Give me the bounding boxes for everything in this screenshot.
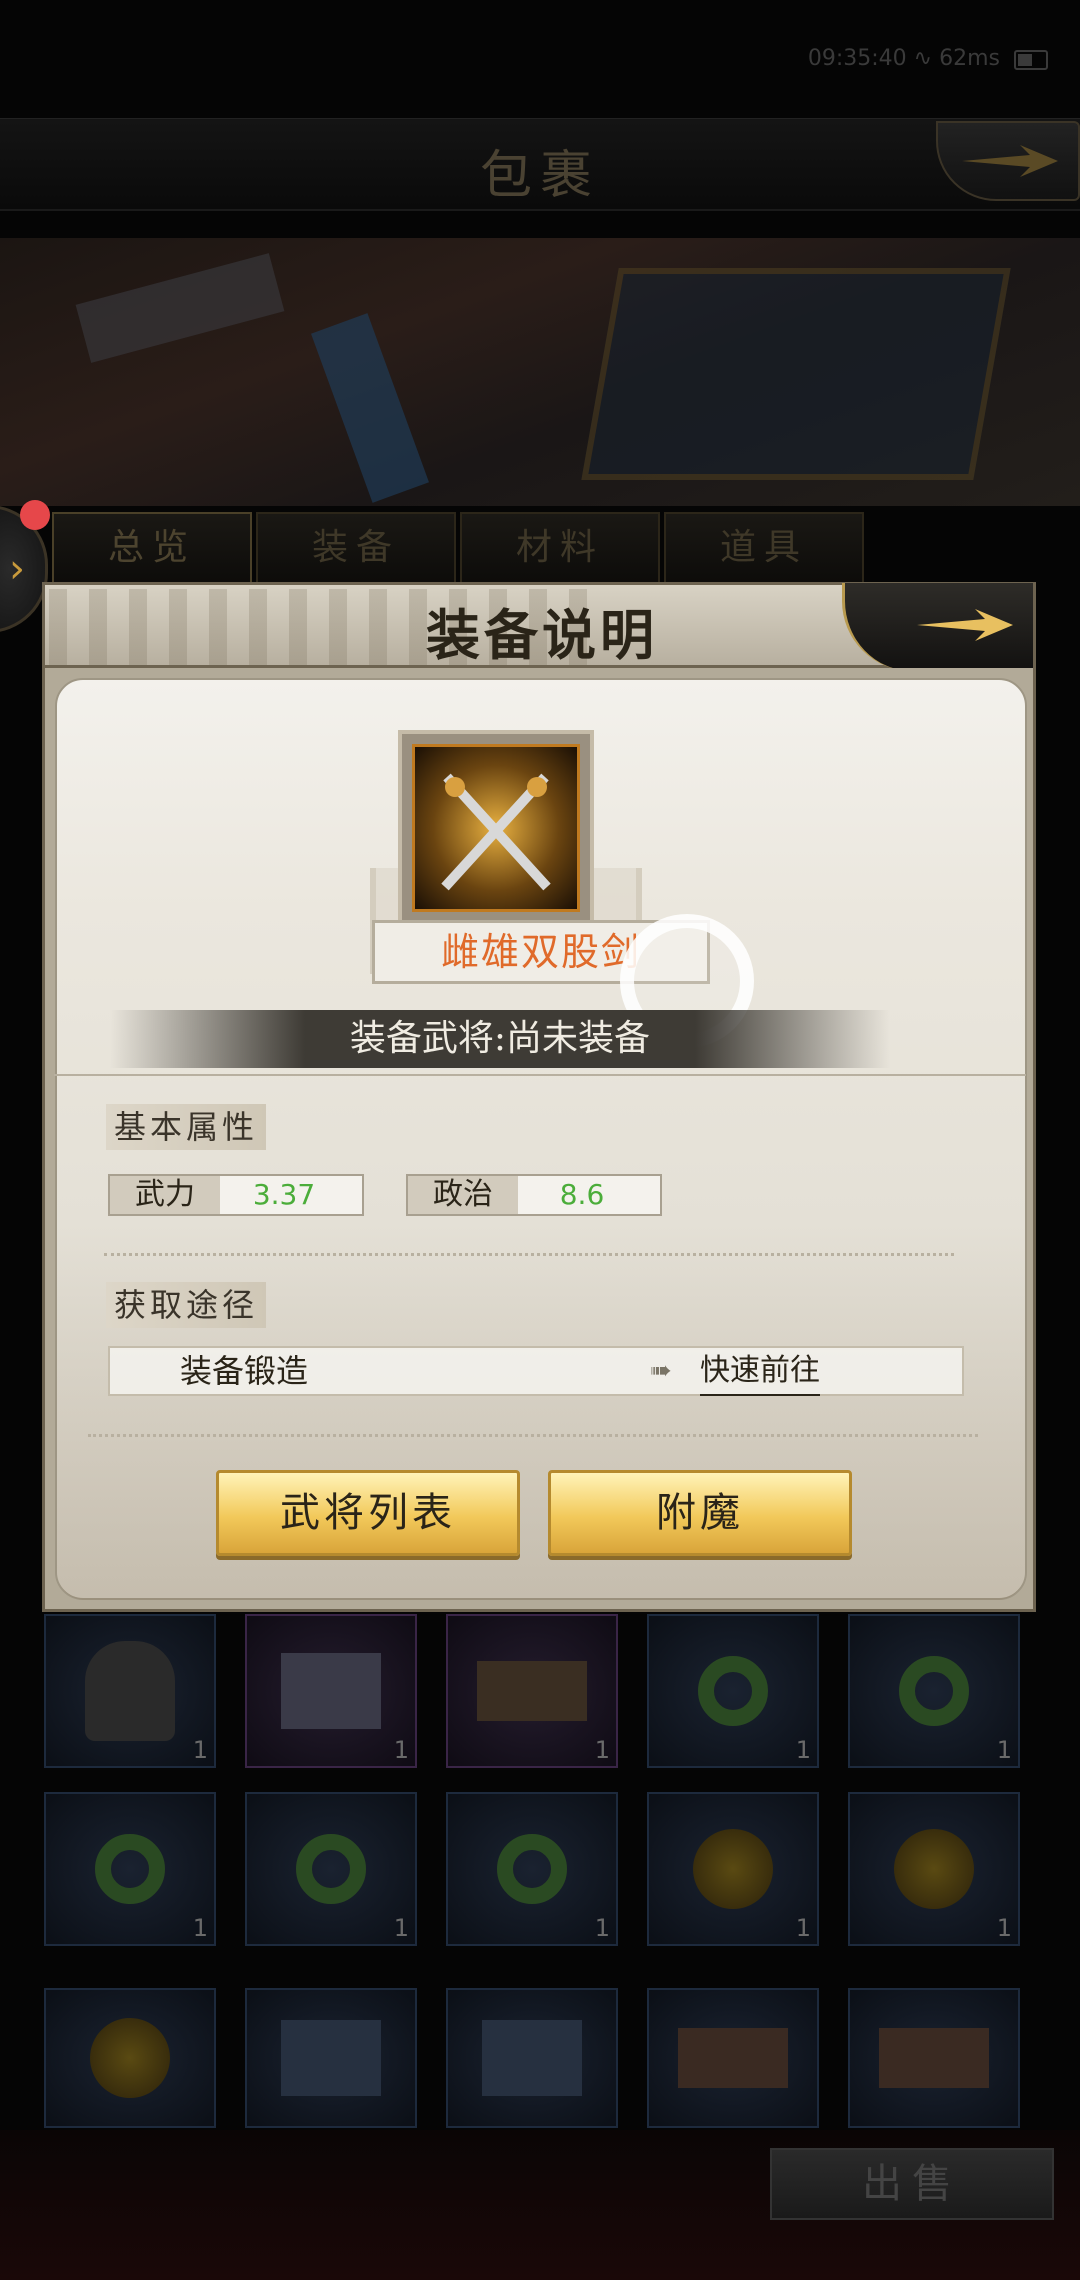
item-icon-frame[interactable] — [398, 730, 594, 926]
equipped-general-label: 装备武将:尚未装备 — [110, 1010, 890, 1068]
inventory-slot-book[interactable] — [245, 1988, 417, 2128]
jade-icon — [296, 1834, 366, 1904]
inventory-slot-jade[interactable]: 1 — [245, 1792, 417, 1946]
signal-icon: ∿ — [913, 46, 940, 71]
inventory-slot-jade[interactable]: 1 — [446, 1792, 618, 1946]
bag-banner-image — [0, 238, 1080, 506]
arrow-right-icon — [917, 609, 1013, 641]
battery-icon — [1014, 50, 1048, 70]
tab-materials[interactable]: 材料 — [460, 512, 660, 584]
gold-coin-icon — [693, 1829, 773, 1909]
source-label: 装备锻造 — [180, 1352, 309, 1390]
scroll-icon — [678, 2028, 788, 2088]
inventory-slot-bamboo[interactable]: 1 — [446, 1614, 618, 1768]
source-title: 获取途径 — [106, 1282, 266, 1328]
inventory-slot-jade[interactable]: 1 — [848, 1614, 1020, 1768]
inventory-slot-scroll[interactable] — [647, 1988, 819, 2128]
inventory-slot-jade[interactable]: 1 — [44, 1792, 216, 1946]
chevron-right-icon: › — [9, 546, 25, 592]
notification-dot — [20, 500, 50, 530]
dotted-divider — [88, 1434, 978, 1437]
page-header: 包裹 — [0, 118, 1080, 211]
inventory-slot-scroll[interactable] — [848, 1988, 1020, 2128]
close-button[interactable] — [842, 583, 1033, 671]
inventory-slot-book[interactable]: 1 — [245, 1614, 417, 1768]
inventory-slot-coin[interactable]: 1 — [848, 1792, 1020, 1946]
tab-items[interactable]: 道具 — [664, 512, 864, 584]
status-bar: 09:35:40 ∿ 62ms — [0, 0, 1080, 120]
generals-list-button[interactable]: 武将列表 — [216, 1470, 520, 1556]
quick-go-link[interactable]: 快速前往 — [700, 1348, 820, 1396]
jade-icon — [899, 1656, 969, 1726]
horse-icon — [85, 1641, 175, 1741]
dialog-header: 装备说明 — [42, 582, 1036, 671]
stat-force: 武力 3.37 — [108, 1174, 364, 1216]
enchant-button[interactable]: 附魔 — [548, 1470, 852, 1556]
source-row: 装备锻造 ➠ 快速前往 — [108, 1346, 964, 1396]
inventory-slot-coin[interactable] — [44, 1988, 216, 2128]
scroll-icon — [879, 2028, 989, 2088]
status-net: 62ms — [939, 46, 1000, 71]
inventory-slot-coin[interactable]: 1 — [647, 1792, 819, 1946]
gold-coin-icon — [90, 2018, 170, 2098]
stat-politics: 政治 8.6 — [406, 1174, 662, 1216]
jade-icon — [497, 1834, 567, 1904]
stat-value: 3.37 — [252, 1178, 316, 1211]
inventory-slot-horse[interactable]: 1 — [44, 1614, 216, 1768]
tab-equipment[interactable]: 装备 — [256, 512, 456, 584]
bamboo-scroll-icon — [477, 1661, 587, 1721]
sell-button[interactable]: 出售 — [770, 2148, 1054, 2220]
page-title: 包裹 — [479, 146, 600, 206]
tab-overview[interactable]: 总览 — [52, 512, 252, 584]
divider — [54, 1074, 1026, 1076]
arrow-right-icon: ➠ — [650, 1356, 672, 1386]
book-icon — [482, 2020, 582, 2096]
stat-key: 政治 — [408, 1176, 518, 1214]
inventory-slot-book[interactable] — [446, 1988, 618, 2128]
arrow-right-icon — [962, 145, 1058, 177]
inventory-slot-jade[interactable]: 1 — [647, 1614, 819, 1768]
book-icon — [281, 1653, 381, 1729]
crossed-swords-icon — [412, 744, 580, 912]
gold-coin-icon — [894, 1829, 974, 1909]
basic-attributes-title: 基本属性 — [106, 1104, 266, 1150]
book-icon — [281, 2020, 381, 2096]
status-text: 09:35:40 ∿ 62ms — [808, 46, 1000, 71]
jade-icon — [95, 1834, 165, 1904]
dotted-divider — [104, 1253, 954, 1256]
jade-icon — [698, 1656, 768, 1726]
stat-key: 武力 — [110, 1176, 220, 1214]
stat-value: 8.6 — [559, 1178, 605, 1211]
town-background — [57, 1220, 1025, 1600]
status-time: 09:35:40 — [807, 46, 907, 71]
